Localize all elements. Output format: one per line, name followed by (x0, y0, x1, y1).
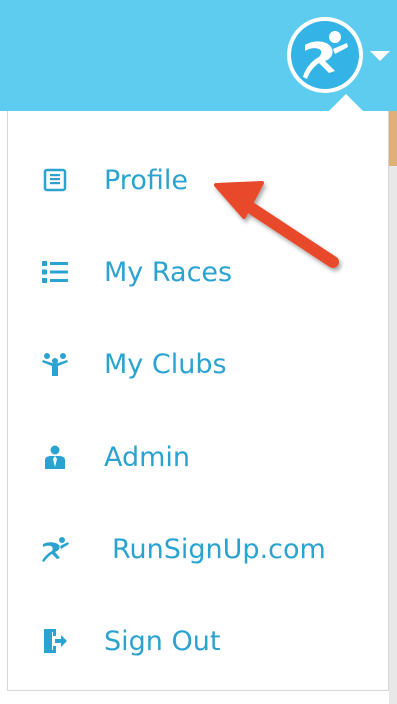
avatar[interactable] (287, 17, 363, 93)
sign-out-icon (40, 626, 70, 656)
list-icon (40, 257, 70, 287)
page-edge (389, 111, 397, 704)
menu-item-runsignup[interactable]: RunSignUp.com (40, 524, 326, 574)
menu-item-sign-out[interactable]: Sign Out (40, 616, 220, 666)
clubs-icon (40, 349, 70, 379)
user-dropdown-menu: Profile My Races My Clubs Admin RunSignU… (7, 111, 389, 691)
menu-item-label: Profile (104, 164, 188, 196)
runner-icon (40, 534, 70, 564)
runner-logo-icon (291, 21, 359, 89)
menu-item-label: My Clubs (104, 348, 227, 380)
dropdown-pointer (328, 94, 364, 112)
admin-icon (40, 442, 70, 472)
menu-item-label: My Races (104, 256, 233, 288)
menu-item-label: Sign Out (104, 625, 221, 657)
menu-item-profile[interactable]: Profile (40, 155, 188, 205)
menu-item-label: RunSignUp.com (112, 533, 326, 565)
menu-item-my-clubs[interactable]: My Clubs (40, 339, 227, 389)
menu-item-label: Admin (104, 441, 191, 473)
profile-icon (40, 165, 70, 195)
menu-item-admin[interactable]: Admin (40, 432, 190, 482)
menu-item-my-races[interactable]: My Races (40, 247, 232, 297)
chevron-down-icon[interactable] (370, 51, 390, 61)
